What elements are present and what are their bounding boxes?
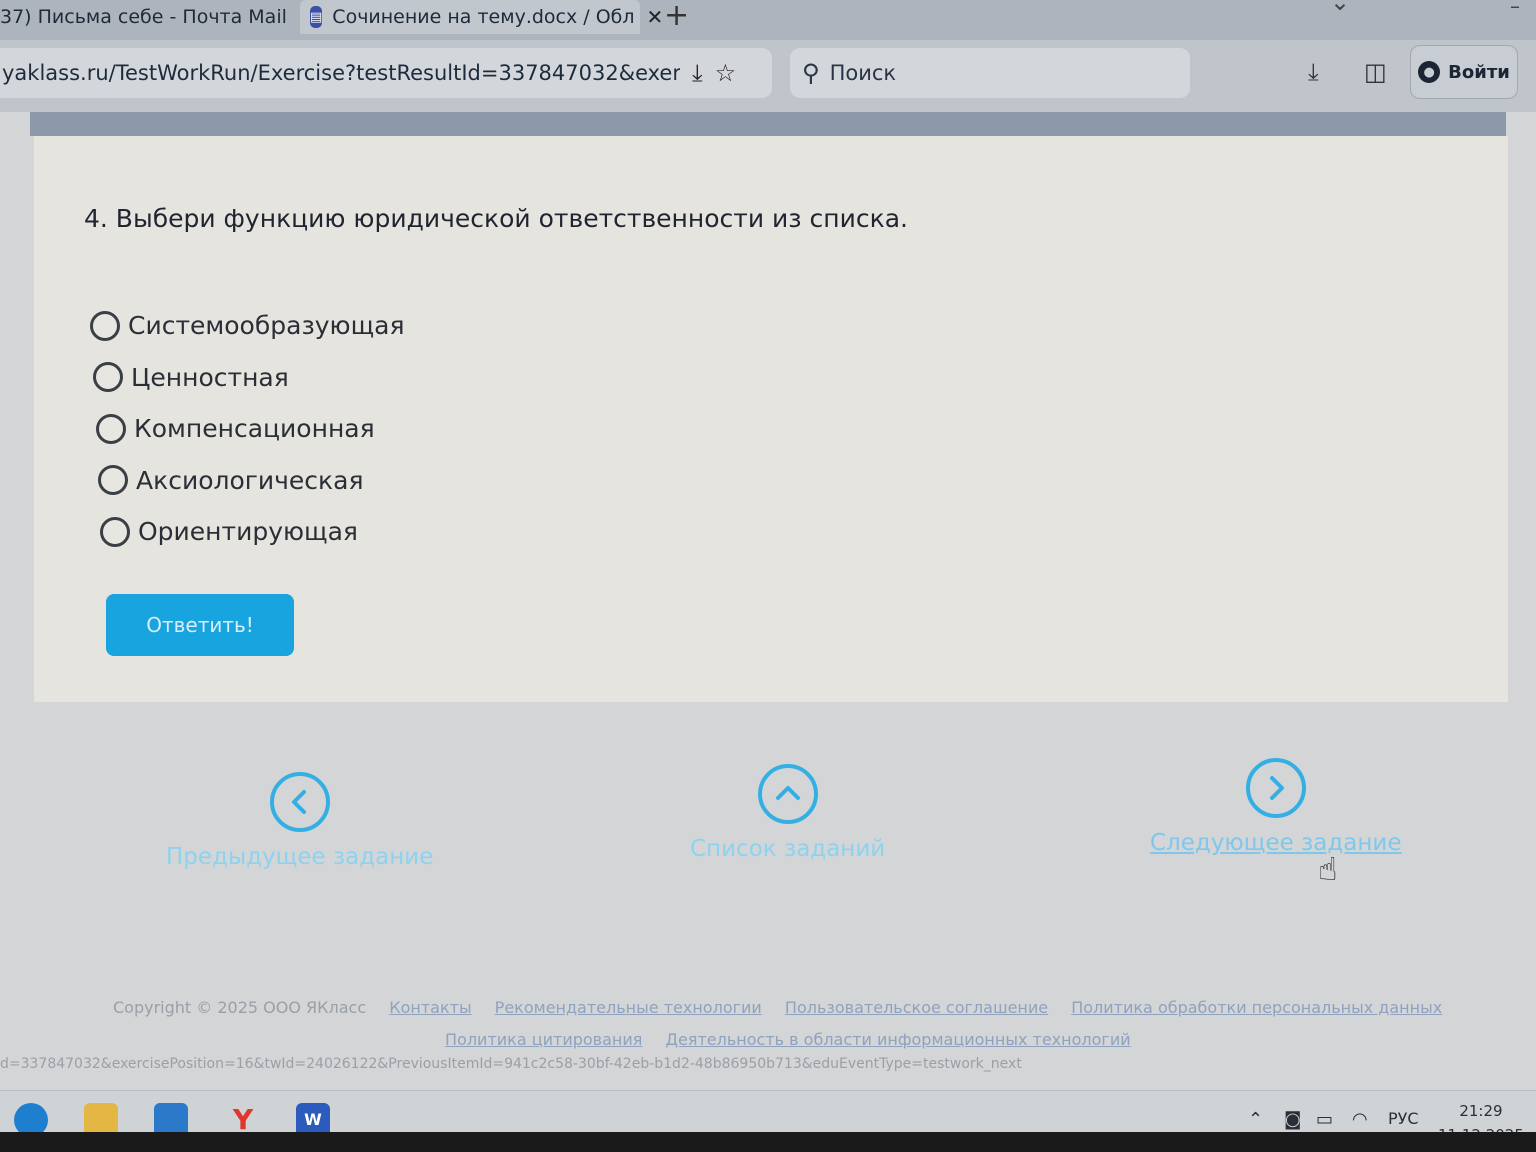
- task-list-label[interactable]: Список заданий: [690, 836, 885, 862]
- clock-time: 21:29: [1459, 1102, 1503, 1120]
- chevron-up-icon[interactable]: [757, 764, 818, 824]
- option-label: Аксиологическая: [136, 465, 364, 495]
- new-tab-icon[interactable]: +: [664, 0, 689, 33]
- tab-mail-title: 37) Письма себе - Почта Mail: [0, 6, 287, 28]
- copyright-text: Copyright © 2025 ООО ЯКласс: [113, 998, 367, 1017]
- question-text: 4. Выбери функцию юридической ответствен…: [84, 204, 908, 233]
- next-task-link[interactable]: Следующее задание: [1150, 758, 1402, 856]
- login-button[interactable]: ● Войти: [1410, 45, 1518, 99]
- answer-option[interactable]: Системообразующая: [90, 300, 405, 352]
- wifi-icon[interactable]: ◠: [1352, 1109, 1368, 1130]
- address-bar[interactable]: yaklass.ru/TestWorkRun/Exercise?testResu…: [0, 48, 772, 98]
- footer-row: Политика цитирования Деятельность в обла…: [445, 1030, 1131, 1049]
- answer-option[interactable]: Ценностная: [93, 352, 405, 404]
- radio-button[interactable]: [100, 516, 130, 547]
- option-label: Компенсационная: [134, 414, 375, 444]
- login-label: Войти: [1448, 61, 1510, 83]
- tab-mail[interactable]: 37) Письма себе - Почта Mail ✕: [0, 0, 316, 34]
- browser-tab-bar: 37) Письма себе - Почта Mail ✕ ▤ Сочинен…: [0, 0, 1536, 40]
- screen-bezel: [0, 1132, 1536, 1152]
- chevron-down-icon[interactable]: ⌄: [1330, 0, 1350, 16]
- browser-toolbar: yaklass.ru/TestWorkRun/Exercise?testResu…: [0, 40, 1536, 112]
- footer-link-privacy-policy[interactable]: Политика обработки персональных данных: [1071, 998, 1442, 1017]
- chevron-left-icon[interactable]: [269, 772, 330, 832]
- radio-button[interactable]: [96, 413, 126, 444]
- page-content: 4. Выбери функцию юридической ответствен…: [0, 112, 1536, 1090]
- tab-document-close-icon[interactable]: ✕: [647, 5, 664, 29]
- search-box[interactable]: ⚲ Поиск: [790, 48, 1190, 98]
- option-label: Системообразующая: [128, 311, 405, 341]
- answer-option[interactable]: Ориентирующая: [100, 506, 405, 558]
- exercise-card: 4. Выбери функцию юридической ответствен…: [34, 136, 1508, 702]
- footer-link-user-agreement[interactable]: Пользовательское соглашение: [785, 998, 1048, 1017]
- sidebar-icon[interactable]: ◫: [1364, 58, 1387, 86]
- footer-link-it-activity[interactable]: Деятельность в области информационных те…: [665, 1030, 1130, 1049]
- bookmark-star-icon[interactable]: ☆: [715, 59, 737, 87]
- search-placeholder: Поиск: [829, 61, 897, 85]
- minimize-icon[interactable]: –: [1510, 0, 1520, 18]
- previous-task-link[interactable]: Предыдущее задание: [166, 772, 433, 870]
- tab-document[interactable]: ▤ Сочинение на тему.docx / Обл ✕: [300, 0, 663, 34]
- camera-icon[interactable]: ◙: [1284, 1109, 1301, 1130]
- tray-expand-icon[interactable]: ⌃: [1248, 1109, 1263, 1130]
- previous-task-label[interactable]: Предыдущее задание: [166, 844, 433, 870]
- save-page-icon[interactable]: ⤓: [692, 59, 703, 87]
- option-label: Ориентирующая: [138, 517, 358, 547]
- footer-row: Copyright © 2025 ООО ЯКласс Контакты Рек…: [113, 998, 1442, 1017]
- tab-document-title: Сочинение на тему.docx / Обл: [332, 6, 635, 28]
- answer-option[interactable]: Компенсационная: [96, 403, 405, 455]
- next-task-label[interactable]: Следующее задание: [1150, 830, 1402, 856]
- radio-button[interactable]: [90, 310, 120, 341]
- status-bar-url: d=337847032&exercisePosition=16&twId=240…: [0, 1056, 1022, 1072]
- battery-icon[interactable]: ▭: [1316, 1109, 1333, 1130]
- option-label: Ценностная: [131, 362, 289, 392]
- chevron-right-icon[interactable]: [1245, 758, 1306, 818]
- radio-button[interactable]: [93, 362, 123, 393]
- answer-option[interactable]: Аксиологическая: [98, 455, 405, 507]
- submit-answer-button[interactable]: Ответить!: [106, 594, 294, 656]
- address-text[interactable]: yaklass.ru/TestWorkRun/Exercise?testResu…: [0, 61, 680, 85]
- document-icon: ▤: [310, 6, 323, 28]
- footer-link-citation-policy[interactable]: Политика цитирования: [445, 1030, 642, 1049]
- answer-options: Системообразующая Ценностная Компенсацио…: [90, 300, 405, 558]
- radio-button[interactable]: [98, 465, 128, 496]
- task-list-link[interactable]: Список заданий: [690, 764, 885, 862]
- footer-link-recommendation-tech[interactable]: Рекомендательные технологии: [495, 998, 762, 1017]
- downloads-icon[interactable]: ⤓: [1308, 58, 1319, 86]
- language-indicator[interactable]: РУС: [1388, 1109, 1419, 1128]
- footer-link-contacts[interactable]: Контакты: [389, 998, 471, 1017]
- hand-cursor-icon: ☝: [1318, 850, 1338, 888]
- search-icon: ⚲: [802, 59, 820, 87]
- header-strip: [30, 112, 1506, 136]
- account-icon: ●: [1418, 61, 1441, 83]
